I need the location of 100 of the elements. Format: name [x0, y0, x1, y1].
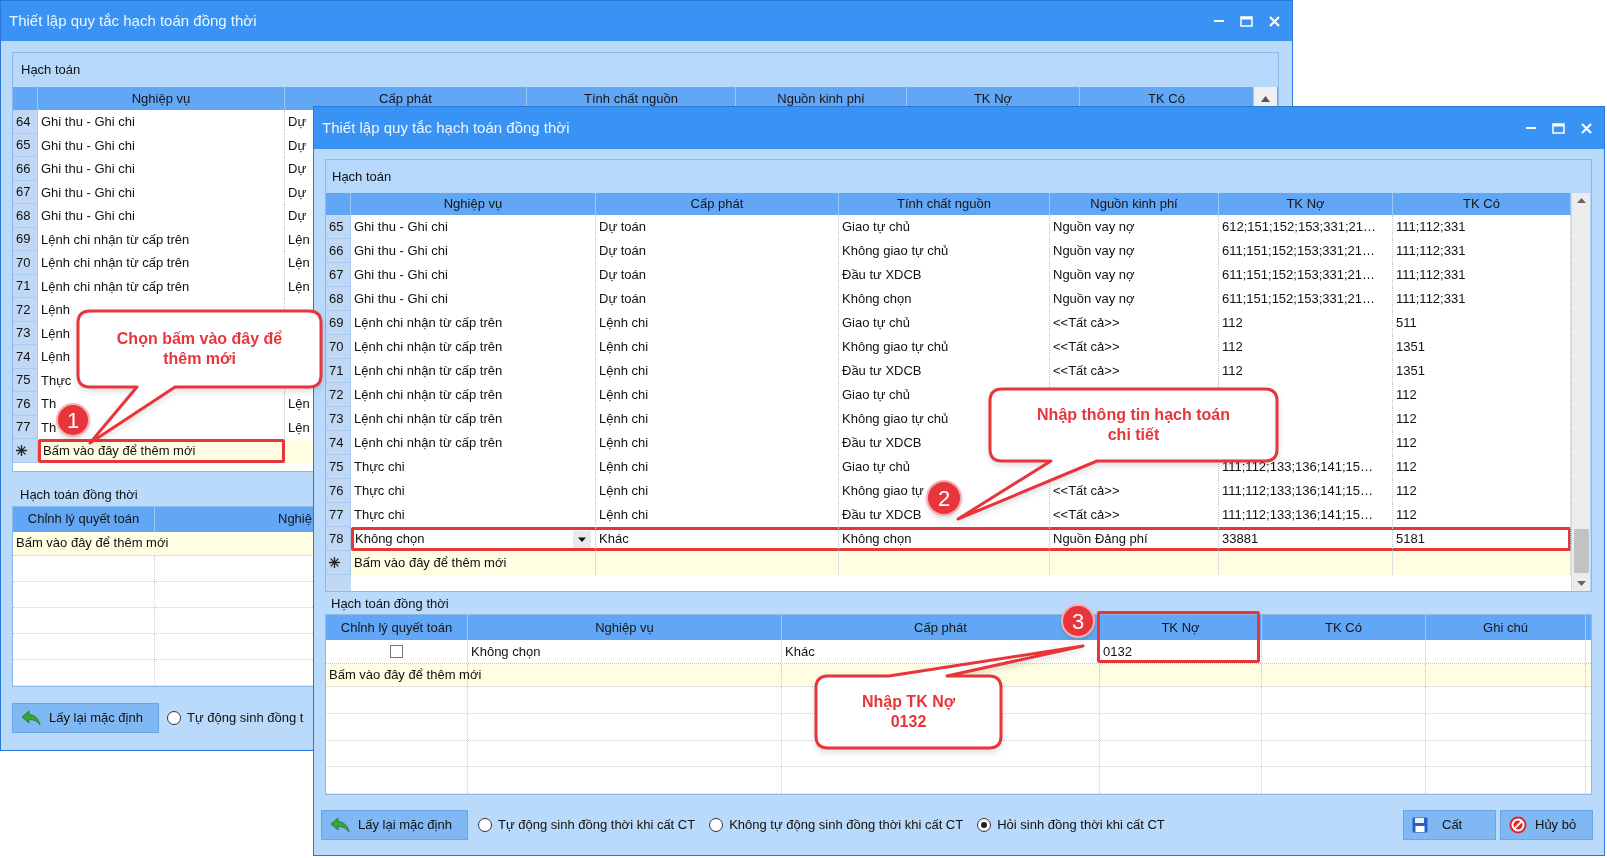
- new-row-prompt[interactable]: Bấm vào đây để thêm mới: [354, 553, 507, 573]
- column-header: TK Có: [1325, 618, 1362, 637]
- table-cell-text: Giao tự chủ: [842, 458, 910, 477]
- column-header: Tính chất nguồn: [584, 89, 678, 108]
- table-cell-text: Lệnh chi nhận từ cấp trên: [354, 338, 503, 357]
- table-cell-text: Dự toán: [599, 218, 646, 237]
- table-cell-text: Ghi thu - Ghi chi: [354, 218, 448, 237]
- row-number: 78: [329, 529, 344, 548]
- table-cell-text: 112: [1222, 362, 1243, 381]
- table-cell-text: Lệnh chi: [599, 410, 649, 429]
- table-cell-text: 611;151;152;153;331;21…: [1222, 266, 1375, 285]
- table-cell-text: Thực: [41, 371, 72, 390]
- row-number: 65: [329, 217, 344, 236]
- save-button[interactable]: Cất: [1403, 810, 1496, 840]
- radio-label: Không tự động sinh đồng thời khi cất CT: [729, 816, 964, 835]
- radio-button[interactable]: [167, 710, 181, 725]
- maximize-icon[interactable]: [1552, 122, 1565, 134]
- table-cell-text: Lệnh chi: [599, 386, 649, 405]
- table-cell-text: Không giao tự chủ: [842, 410, 949, 429]
- table-cell-text: 112: [1396, 458, 1417, 477]
- row-number: 67: [329, 265, 344, 284]
- table-cell-text: Đầu tư XDCB: [842, 362, 922, 381]
- table-cell-text: <<Tất cả>>: [1053, 362, 1120, 381]
- table-cell-text: 111;112;331: [1396, 266, 1466, 285]
- table-cell-text: Giao tự chủ: [842, 218, 910, 237]
- caret-icon[interactable]: [573, 530, 591, 548]
- reset-default-button[interactable]: Lấy lại mặc định: [321, 810, 468, 840]
- table-cell-text: Ghi thu - Ghi chi: [354, 290, 448, 309]
- table-cell-text: Lệnh chi nhận từ cấp trên: [354, 314, 503, 333]
- new-row-prompt[interactable]: Bấm vào đây để thêm mới: [16, 533, 169, 553]
- table-cell-text: Dự: [288, 207, 307, 225]
- table-cell-text: Khác: [785, 642, 815, 661]
- close-icon[interactable]: [1269, 15, 1280, 27]
- table-cell-text: Giao tự chủ: [842, 314, 910, 333]
- table-cell-text: 111;112;133;136;141;15…: [1222, 506, 1374, 525]
- table-cell-text: 511: [1396, 314, 1417, 333]
- row-number: 66: [329, 241, 344, 260]
- group-title: Hạch toán: [332, 167, 392, 186]
- reset-default-button[interactable]: Lấy lại mặc định: [12, 702, 159, 733]
- scroll-thumb[interactable]: [1573, 529, 1589, 573]
- table-cell-text: 112: [1396, 506, 1417, 525]
- checkbox[interactable]: [390, 644, 403, 658]
- window-title: Thiết lập quy tắc hạch toán đồng thời: [9, 10, 257, 31]
- cancel-button[interactable]: Hủy bỏ: [1500, 810, 1593, 840]
- scroll-up-icon[interactable]: [1261, 95, 1270, 102]
- table-cell-text: Lện: [288, 230, 310, 249]
- row-number: 70: [329, 337, 344, 356]
- table-cell-text: Th: [41, 395, 57, 413]
- row-number: 74: [329, 433, 344, 452]
- new-row-prompt[interactable]: Bấm vào đây để thêm mới: [43, 441, 196, 461]
- back-arrow-icon: [330, 817, 350, 833]
- table-cell-text: Dự: [288, 113, 307, 131]
- row-number: 76: [329, 481, 344, 500]
- table-cell-text: Không giao tự chủ: [842, 242, 949, 261]
- maximize-icon[interactable]: [1240, 15, 1253, 27]
- column-header: Chỉnh lý quyết toán: [340, 618, 453, 637]
- table-cell-text: Đầu tư XDCB: [842, 434, 922, 453]
- new-row-icon: [16, 444, 27, 456]
- table-cell-text: Nguồn vay nợ: [1053, 266, 1135, 285]
- table-cell-text: Khác: [599, 530, 629, 549]
- column-header: TK Nợ: [973, 89, 1013, 108]
- new-row-prompt[interactable]: Bấm vào đây để thêm mới: [329, 665, 482, 685]
- window-title: Thiết lập quy tắc hạch toán đồng thời: [322, 117, 570, 138]
- table-cell-text: Không chọn: [842, 530, 912, 549]
- radio-button[interactable]: [709, 818, 724, 832]
- table-cell-text: Nguồn Đảng phí: [1053, 530, 1148, 549]
- table-cell-text: Lện: [288, 254, 310, 272]
- table-cell-text: Dự: [288, 183, 307, 202]
- row-number: 70: [16, 253, 31, 272]
- table-cell-text: Lệnh chi: [599, 458, 649, 477]
- table-cell-text: Thực chi: [354, 482, 405, 501]
- column-header: Nghiệp vụ: [443, 195, 503, 214]
- table-cell-text: Lệnh chi nhận từ cấp trên: [41, 277, 190, 296]
- column-header: TK Có: [1463, 195, 1500, 214]
- table-cell-text: Ghi thu - Ghi chi: [41, 113, 135, 131]
- table-cell-text: 111;112;331: [1396, 218, 1466, 237]
- row-number: 65: [16, 136, 31, 154]
- row-number: 76: [16, 394, 31, 413]
- table-cell-text: Nguồn vay nợ: [1053, 242, 1135, 261]
- row-number: 73: [16, 324, 31, 342]
- new-row-icon: [329, 557, 340, 568]
- column-header: Ghi chú: [1483, 618, 1528, 637]
- no-entry-icon: [1509, 816, 1527, 834]
- table-cell-text: 111;112;331: [1396, 242, 1466, 261]
- scrollbar[interactable]: [1571, 193, 1590, 591]
- table-cell-text: <<Tất cả>>: [1053, 482, 1120, 501]
- table-cell-text: Không chọn: [471, 642, 541, 661]
- row-number: 75: [329, 457, 344, 476]
- table-cell-text: 111;112;133;136;141;15…: [1222, 482, 1374, 501]
- table-cell-text: Lệnh chi nhận từ cấp trên: [354, 362, 503, 381]
- radio-button[interactable]: [977, 818, 992, 832]
- row-number: 64: [16, 112, 31, 131]
- close-icon[interactable]: [1581, 122, 1592, 134]
- column-header: Nghiệp vụ: [595, 618, 654, 637]
- table-cell-text: Không giao tự chủ: [842, 338, 949, 357]
- radio-button[interactable]: [478, 818, 492, 832]
- row-number: 74: [16, 347, 31, 366]
- table-cell-text: Dự: [288, 136, 307, 155]
- group-title: Hạch toán: [21, 61, 81, 80]
- table-cell-text: 1351: [1396, 362, 1425, 381]
